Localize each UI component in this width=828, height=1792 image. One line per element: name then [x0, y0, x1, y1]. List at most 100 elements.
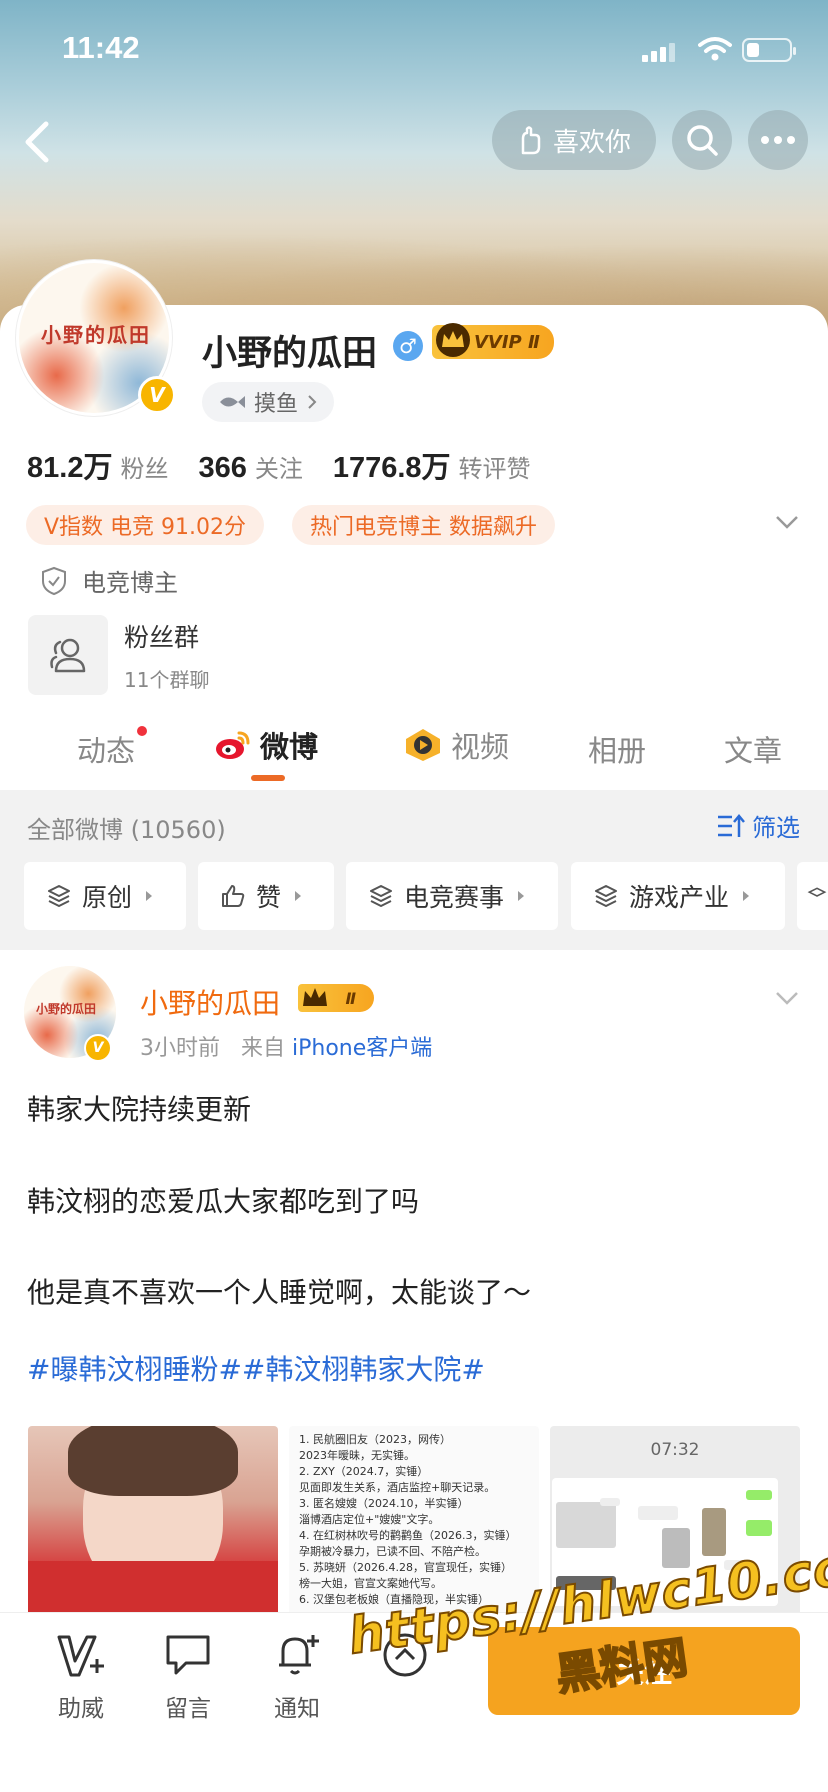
bell-plus-icon [279, 1635, 319, 1675]
tab-dynamic[interactable]: 动态 [77, 726, 148, 770]
filter-liked[interactable]: 赞 [198, 862, 334, 930]
v-index-chip[interactable]: V指数 电竞 91.02分 [26, 505, 265, 545]
fish-icon [220, 396, 245, 408]
post-images: 1. 民航圈旧友（2023，网传） 2023年暧昧，无实锤。 2. ZXY（20… [28, 1426, 800, 1616]
group-icon [50, 638, 86, 673]
bottom-action-bar: 助威 留言 通知 关注 [0, 1612, 828, 1792]
post-author-name[interactable]: 小野的瓜田 [140, 982, 280, 1022]
like-you-label: 喜欢你 [552, 127, 631, 158]
stat-following[interactable]: 366 关注 [198, 449, 302, 485]
avatar-text: 小野的瓜田 [41, 323, 151, 347]
weibo-logo-icon [216, 731, 250, 759]
message-label: 留言 [165, 1696, 211, 1722]
stat-interactions[interactable]: 1776.8万 转评赞 [333, 444, 531, 486]
post-meta: 3小时前 来自 iPhone客户端 [140, 1030, 432, 1062]
message-button[interactable]: 留言 [143, 1631, 233, 1723]
followers-count: 81.2万 [27, 452, 113, 484]
notify-button[interactable]: 通知 [252, 1631, 342, 1723]
follow-button[interactable]: 关注 [488, 1627, 800, 1715]
post-vip-badge: Ⅱ [298, 984, 374, 1012]
tag-label: 摸鱼 [254, 392, 299, 417]
crown-icon [303, 988, 327, 1006]
post-from: 来自 [240, 1036, 285, 1061]
post-image-chat-screenshot[interactable]: 07:32 1:04 [550, 1426, 800, 1616]
filter-original[interactable]: 原创 [24, 862, 186, 930]
image-text-line: 2023年暧昧，无实锤。 [299, 1449, 415, 1462]
search-button[interactable] [672, 110, 732, 170]
image-text-line: 孕期被冷暴力，已读不回、不陪产检。 [299, 1545, 486, 1558]
post-topic-link[interactable]: #曝韩汶栩睡粉##韩汶栩韩家大院# [27, 1348, 485, 1388]
profile-stats: 81.2万 粉丝 366 关注 1776.8万 转评赞 [27, 444, 531, 486]
like-you-button[interactable]: 喜欢你 [492, 110, 656, 170]
collapse-button[interactable] [360, 1631, 450, 1683]
thumbs-up-icon [222, 885, 245, 907]
tab-album[interactable]: 相册 [588, 728, 646, 770]
tab-video-label: 视频 [451, 730, 510, 764]
chevron-right-icon [308, 395, 317, 409]
fan-group-subtitle: 11个群聊 [124, 667, 210, 692]
image-text-line: 1. 民航圈旧友（2023，网传） [299, 1433, 451, 1446]
fan-group-entry[interactable]: 粉丝群 11个群聊 [28, 615, 209, 695]
stat-followers[interactable]: 81.2万 粉丝 [27, 444, 168, 486]
status-bar: 11:42 [0, 24, 828, 74]
layers-icon [48, 885, 70, 907]
post-image-text-list[interactable]: 1. 民航圈旧友（2023，网传） 2023年暧昧，无实锤。 2. ZXY（20… [289, 1426, 539, 1616]
fan-group-title: 粉丝群 [124, 622, 200, 652]
sift-button[interactable]: 筛选 [716, 808, 800, 843]
profile-avatar[interactable]: 小野的瓜田 V [16, 240, 178, 420]
cheer-button[interactable]: 助威 [36, 1631, 126, 1723]
followers-label: 粉丝 [120, 455, 169, 483]
post-text-line: 他是真不喜欢一个人睡觉啊，太能谈了～ [27, 1276, 532, 1309]
wifi-icon [698, 37, 732, 61]
feed-filter: 全部微博 (10560) 筛选 原创 赞 电竞赛事 游戏产业 [0, 790, 828, 950]
back-button[interactable] [18, 112, 68, 172]
post-verified-badge-icon: V [84, 1034, 112, 1062]
filter-sort-icon [718, 813, 745, 837]
filter-more-pill[interactable] [797, 862, 828, 930]
tab-article[interactable]: 文章 [724, 728, 782, 770]
post-time: 3小时前 [140, 1036, 220, 1061]
tag-chip[interactable]: 摸鱼 [202, 382, 335, 422]
chevron-down-icon[interactable] [774, 514, 800, 530]
crown-icon [436, 323, 470, 357]
sift-label: 筛选 [752, 814, 800, 842]
certification: 电竞博主 [40, 563, 178, 598]
unread-dot [137, 726, 148, 736]
fan-group-icon-box [28, 615, 108, 695]
filter-game-industry-label: 游戏产业 [629, 883, 730, 912]
cheer-label: 助威 [58, 1696, 104, 1722]
hand-heart-icon [521, 126, 541, 155]
filter-original-label: 原创 [82, 883, 133, 912]
video-duration: 1:04 [586, 1548, 613, 1562]
filter-game-industry[interactable]: 游戏产业 [571, 862, 785, 930]
following-label: 关注 [254, 455, 303, 483]
battery-icon [742, 38, 796, 62]
shield-check-icon [42, 566, 66, 595]
post-text-line: 韩家大院持续更新 [27, 1093, 252, 1126]
tab-article-label: 文章 [724, 734, 783, 768]
tab-weibo[interactable]: 微博 [214, 724, 318, 766]
active-tab-indicator [251, 775, 285, 781]
image-text-line: 见面即发生关系，酒店监控+聊天记录。 [299, 1481, 496, 1494]
layers-icon [370, 885, 392, 907]
more-button[interactable] [748, 110, 808, 170]
filter-esports[interactable]: 电竞赛事 [346, 862, 558, 930]
status-time: 11:42 [62, 30, 140, 65]
image-text-line: 4. 在红树林吹号的鹳鹳鱼（2026.3，实锤） [299, 1529, 517, 1542]
verified-badge-icon: V [138, 376, 176, 414]
chevron-left-icon [25, 121, 49, 163]
notify-label: 通知 [274, 1696, 320, 1722]
post-source[interactable]: iPhone客户端 [292, 1036, 432, 1061]
tab-video[interactable]: 视频 [403, 724, 509, 766]
chevron-down-icon[interactable] [774, 990, 800, 1006]
vvip-badge[interactable]: VVIP Ⅱ [432, 323, 554, 359]
vvip-label: VVIP Ⅱ [474, 331, 540, 353]
hot-blogger-chip[interactable]: 热门电竞博主 数据飙升 [292, 505, 555, 545]
search-icon [687, 125, 718, 156]
tab-album-label: 相册 [588, 734, 647, 768]
certification-label: 电竞博主 [82, 569, 178, 597]
layers-icon [807, 887, 827, 897]
post-image-photo[interactable] [28, 1426, 278, 1616]
signal-icon [642, 43, 675, 62]
gender-male-icon: ♂ [393, 331, 423, 361]
